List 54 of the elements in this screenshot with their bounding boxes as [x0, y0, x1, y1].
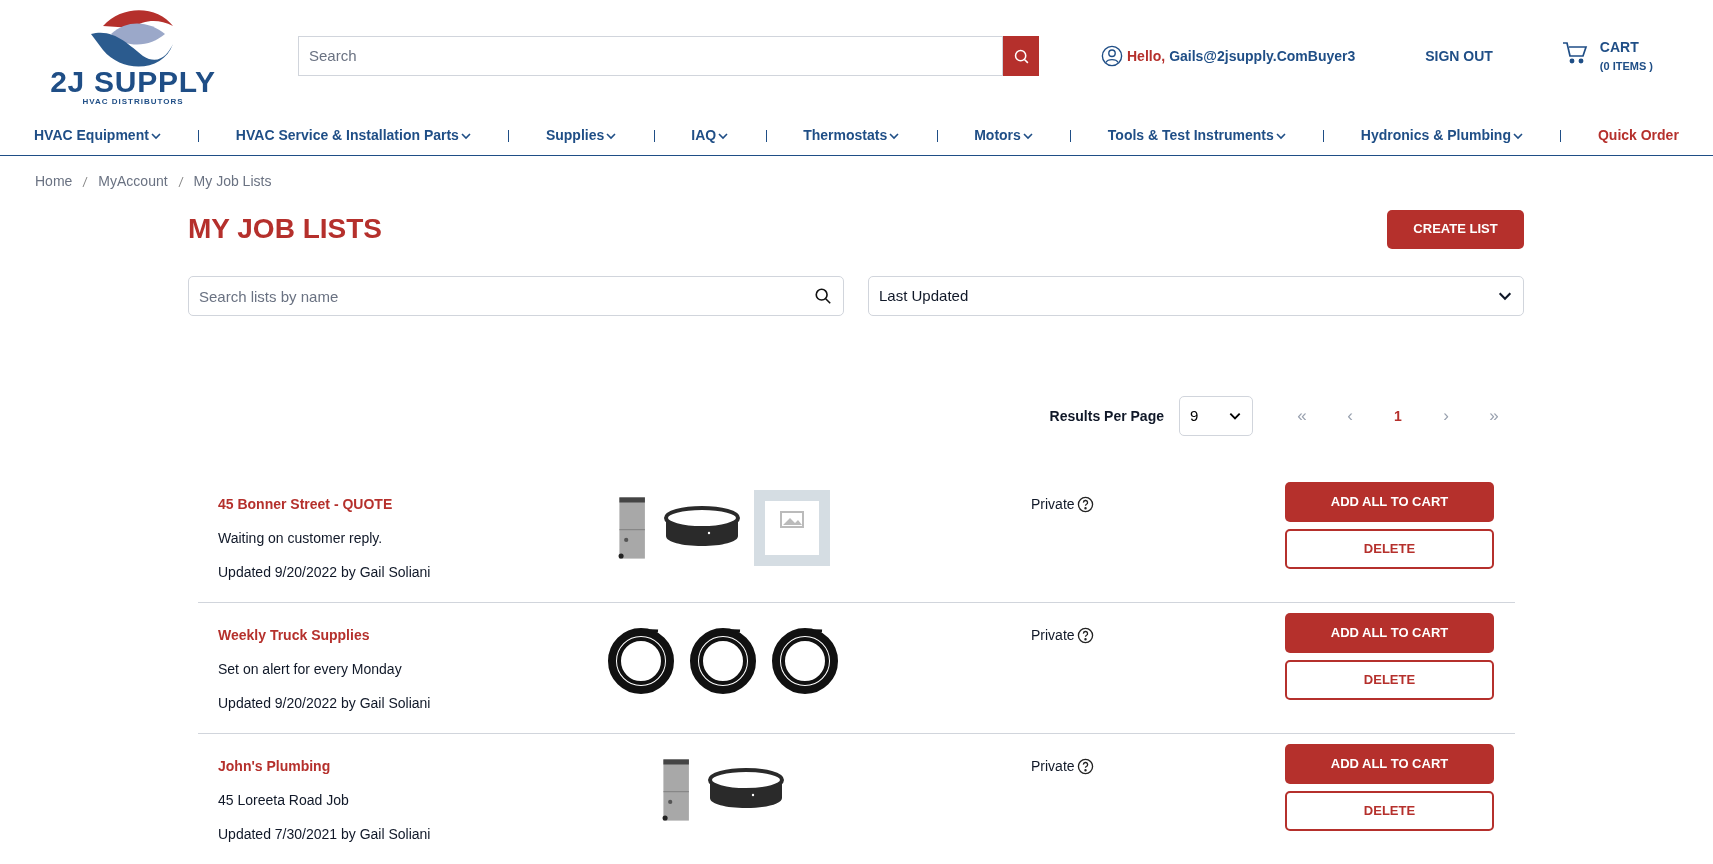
- visibility-text: Private: [1031, 757, 1075, 776]
- page-number-button[interactable]: 1: [1386, 405, 1410, 427]
- breadcrumb-link[interactable]: MyAccount: [98, 171, 168, 192]
- breadcrumb-separator-icon: [82, 175, 89, 188]
- results-per-page-label: Results Per Page: [1049, 406, 1164, 426]
- greeting-text: Hello,: [1127, 46, 1166, 66]
- results-per-page-select[interactable]: 9: [1179, 396, 1253, 436]
- add-all-to-cart-button[interactable]: ADD ALL TO CART: [1285, 482, 1494, 522]
- nav-menu-item[interactable]: HVAC Service & Installation Parts: [235, 125, 472, 146]
- create-list-button[interactable]: CREATE LIST: [1387, 209, 1524, 249]
- list-name-link[interactable]: 45 Bonner Street - QUOTE: [218, 494, 568, 515]
- list-note: Waiting on customer reply.: [218, 529, 384, 548]
- list-updated-text: Updated 9/20/2022 by Gail Soliani: [218, 694, 432, 713]
- help-icon[interactable]: [1076, 496, 1094, 513]
- visibility-text: Private: [1031, 626, 1075, 645]
- sign-out-link[interactable]: SIGN OUT: [1425, 45, 1493, 67]
- nav-menu-item[interactable]: Supplies: [545, 125, 618, 146]
- cart-count: (0 ITEMS ): [1599, 59, 1653, 75]
- list-name-link[interactable]: Weekly Truck Supplies: [218, 625, 568, 646]
- user-icon: [1101, 45, 1123, 67]
- delete-button[interactable]: DELETE: [1285, 529, 1494, 569]
- list-note: 45 Loreeta Road Job: [218, 791, 350, 810]
- breadcrumb-link[interactable]: Home: [35, 171, 73, 192]
- delete-button[interactable]: DELETE: [1285, 791, 1494, 831]
- nav-menu-item[interactable]: Tools & Test Instruments: [1107, 125, 1287, 146]
- nav-menu-item[interactable]: Hydronics & Plumbing: [1360, 125, 1524, 146]
- delete-button[interactable]: DELETE: [1285, 660, 1494, 700]
- breadcrumb-separator-icon: [177, 175, 184, 188]
- nav-link[interactable]: Quick Order: [1597, 125, 1679, 146]
- help-icon[interactable]: [1076, 627, 1094, 644]
- nav-menu-item[interactable]: Thermostats: [803, 125, 901, 146]
- visibility-text: Private: [1031, 495, 1075, 514]
- list-note: Set on alert for every Monday: [218, 660, 403, 679]
- help-icon[interactable]: [1076, 758, 1094, 775]
- list-updated-text: Updated 7/30/2021 by Gail Soliani: [218, 825, 432, 844]
- cart-icon[interactable]: [1561, 41, 1588, 66]
- add-all-to-cart-button[interactable]: ADD ALL TO CART: [1285, 744, 1494, 784]
- logo[interactable]: 2J SUPPLY HVAC DISTRIBUTORS: [33, 4, 233, 108]
- nav-menu-item[interactable]: Motors: [974, 125, 1034, 146]
- search-button[interactable]: [1003, 36, 1039, 76]
- list-updated-text: Updated 9/20/2022 by Gail Soliani: [218, 563, 432, 582]
- search-field[interactable]: Search: [298, 36, 1003, 76]
- sort-dropdown[interactable]: Last Updated: [868, 276, 1524, 316]
- list-name-link[interactable]: John's Plumbing: [218, 756, 568, 777]
- search-icon: [814, 287, 832, 305]
- nav-menu-item[interactable]: IAQ: [691, 125, 730, 146]
- cart-label[interactable]: CART: [1599, 37, 1653, 59]
- nav-menu-item[interactable]: HVAC Equipment: [34, 125, 162, 146]
- search-icon: [1012, 47, 1030, 65]
- list-search-field[interactable]: Search lists by name: [188, 276, 844, 316]
- page-title: MY JOB LISTS: [188, 212, 382, 246]
- user-name[interactable]: Gails@2jsupply.ComBuyer3: [1169, 45, 1356, 67]
- add-all-to-cart-button[interactable]: ADD ALL TO CART: [1285, 613, 1494, 653]
- breadcrumb-link[interactable]: My Job Lists: [193, 171, 272, 192]
